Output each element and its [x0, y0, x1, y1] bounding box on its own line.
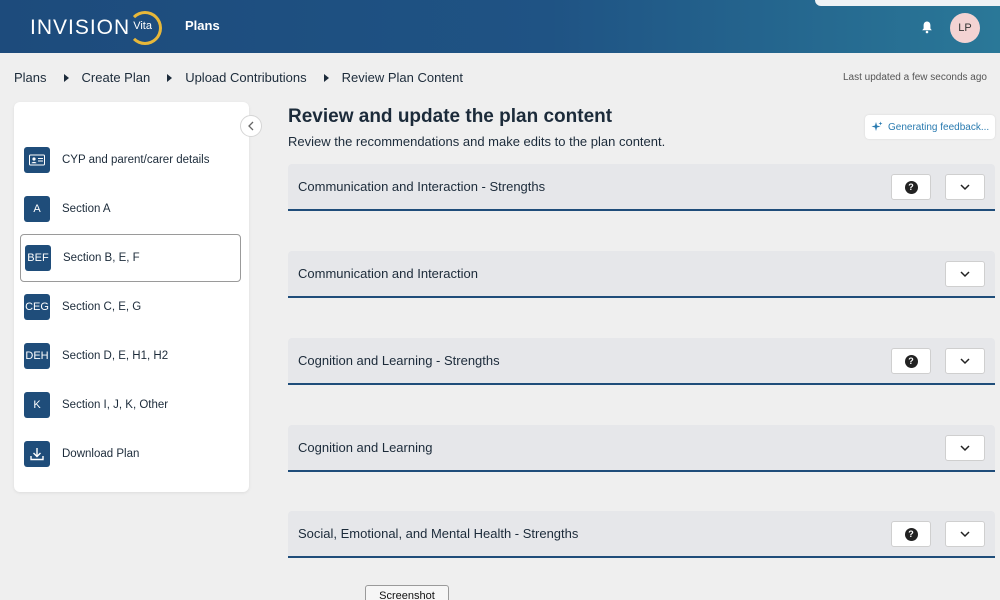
breadcrumb-upload-contributions[interactable]: Upload Contributions: [185, 70, 306, 85]
sidebar-item-label: Section A: [62, 203, 111, 215]
accordion-label: Social, Emotional, and Mental Health - S…: [298, 526, 579, 541]
nav-plans-link[interactable]: Plans: [185, 18, 220, 33]
sidebar-item-label: CYP and parent/carer details: [62, 154, 210, 166]
top-bar: INVISION Vita Plans LP: [0, 0, 1000, 53]
accordion-cognition-learning-strengths[interactable]: Cognition and Learning - Strengths ?: [288, 338, 995, 385]
expand-button[interactable]: [945, 435, 985, 461]
section-badge: A: [24, 196, 50, 222]
chevron-down-icon: [960, 357, 970, 364]
help-button[interactable]: ?: [891, 174, 931, 200]
sidebar-item-label: Section D, E, H1, H2: [62, 350, 169, 362]
accordion-semh-strengths[interactable]: Social, Emotional, and Mental Health - S…: [288, 511, 995, 558]
expand-button[interactable]: [945, 348, 985, 374]
question-icon: ?: [904, 354, 918, 368]
last-updated-status: Last updated a few seconds ago: [843, 72, 987, 83]
expand-button[interactable]: [945, 521, 985, 547]
sidebar-item-label: Section C, E, G: [62, 301, 142, 313]
question-icon: ?: [904, 180, 918, 194]
page-title: Review and update the plan content: [288, 106, 613, 127]
breadcrumb-separator-icon: [167, 73, 173, 82]
section-badge: BEF: [25, 245, 51, 271]
logo-text: INVISION: [30, 16, 131, 39]
breadcrumb: Plans Create Plan Upload Contributions R…: [14, 70, 463, 85]
logo-sub: Vita: [133, 20, 152, 32]
chevron-left-icon: [248, 121, 254, 131]
user-avatar[interactable]: LP: [950, 13, 980, 43]
sidebar-item-section-bef[interactable]: BEF Section B, E, F: [20, 234, 241, 282]
chevron-down-icon: [960, 270, 970, 277]
sidebar-item-label: Section I, J, K, Other: [62, 399, 169, 411]
sidebar-item-section-deh[interactable]: DEH Section D, E, H1, H2: [20, 332, 241, 380]
help-button[interactable]: ?: [891, 521, 931, 547]
sidebar-item-download-plan[interactable]: Download Plan: [20, 430, 241, 478]
page-subtitle: Review the recommendations and make edit…: [288, 134, 666, 149]
screenshot-button[interactable]: Screenshot: [365, 585, 449, 600]
app-logo[interactable]: INVISION Vita: [30, 11, 163, 45]
sidebar-item-section-ceg[interactable]: CEG Section C, E, G: [20, 283, 241, 331]
download-icon: [24, 441, 50, 467]
accordion-label: Cognition and Learning: [298, 440, 433, 455]
collapse-sidebar-button[interactable]: [240, 115, 262, 137]
id-card-icon: [24, 147, 50, 173]
sidebar-item-section-k[interactable]: K Section I, J, K, Other: [20, 381, 241, 429]
sidebar: CYP and parent/carer details A Section A…: [14, 102, 249, 492]
question-icon: ?: [904, 527, 918, 541]
accordion-cognition-learning[interactable]: Cognition and Learning: [288, 425, 995, 472]
browser-tab-edge: [815, 0, 1000, 6]
sidebar-item-cyp-details[interactable]: CYP and parent/carer details: [20, 136, 241, 184]
section-badge: K: [24, 392, 50, 418]
accordion-label: Communication and Interaction: [298, 266, 478, 281]
expand-button[interactable]: [945, 174, 985, 200]
section-badge: CEG: [24, 294, 50, 320]
expand-button[interactable]: [945, 261, 985, 287]
sidebar-item-label: Section B, E, F: [63, 252, 140, 264]
accordion-comm-interaction[interactable]: Communication and Interaction: [288, 251, 995, 298]
sidebar-item-label: Download Plan: [62, 448, 140, 460]
bell-icon[interactable]: [920, 20, 934, 34]
chevron-down-icon: [960, 530, 970, 537]
breadcrumb-create-plan[interactable]: Create Plan: [82, 70, 151, 85]
breadcrumb-separator-icon: [63, 73, 69, 82]
section-badge: DEH: [24, 343, 50, 369]
sidebar-item-section-a[interactable]: A Section A: [20, 185, 241, 233]
accordion-label: Cognition and Learning - Strengths: [298, 353, 500, 368]
accordion-label: Communication and Interaction - Strength…: [298, 179, 546, 194]
breadcrumb-separator-icon: [323, 73, 329, 82]
accordion-comm-interaction-strengths[interactable]: Communication and Interaction - Strength…: [288, 164, 995, 211]
chevron-down-icon: [960, 444, 970, 451]
breadcrumb-plans[interactable]: Plans: [14, 70, 47, 85]
breadcrumb-review-plan-content: Review Plan Content: [341, 70, 463, 85]
chevron-down-icon: [960, 183, 970, 190]
generating-feedback-label: Generating feedback...: [888, 121, 990, 133]
help-button[interactable]: ?: [891, 348, 931, 374]
sparkle-icon: [871, 121, 883, 131]
generating-feedback-button[interactable]: Generating feedback...: [865, 115, 995, 139]
logo-ring-icon: Vita: [128, 11, 163, 45]
